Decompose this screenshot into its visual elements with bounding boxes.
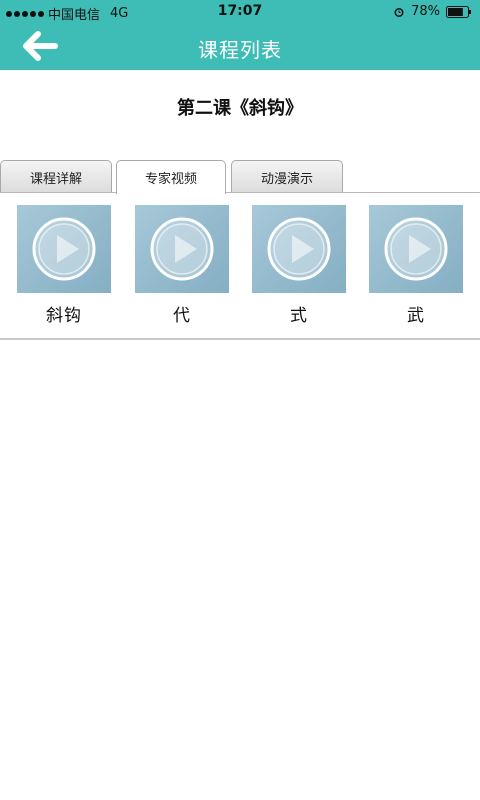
video-item-shi[interactable]: 式 — [252, 205, 346, 326]
video-thumbnail[interactable] — [252, 205, 346, 293]
video-item-xiegou[interactable]: 斜钩 — [17, 205, 111, 326]
section-divider — [0, 338, 480, 340]
tab-divider — [0, 192, 480, 193]
play-icon — [150, 217, 214, 281]
video-label: 式 — [290, 306, 308, 326]
video-item-dai[interactable]: 代 — [135, 205, 229, 326]
video-label: 代 — [173, 306, 191, 326]
play-icon — [384, 217, 448, 281]
play-icon — [267, 217, 331, 281]
battery-icon — [446, 5, 471, 18]
video-thumbnail[interactable] — [369, 205, 463, 293]
status-bar: 中国电信 4G 17:07 78% — [0, 0, 480, 24]
lesson-title: 第二课《斜钩》 — [177, 98, 303, 119]
tab-animation-demo[interactable]: 动漫演示 — [231, 160, 343, 193]
video-thumbnail[interactable] — [135, 205, 229, 293]
status-right: 78% — [393, 4, 472, 19]
battery-percentage: 78% — [411, 4, 440, 19]
play-icon — [32, 217, 96, 281]
tab-expert-video[interactable]: 专家视频 — [116, 160, 226, 194]
page-title: 课程列表 — [198, 38, 282, 62]
alarm-clock-icon — [394, 7, 404, 17]
app-header: 中国电信 4G 17:07 78% 课程列表 — [0, 0, 480, 70]
video-label: 斜钩 — [46, 306, 82, 326]
video-grid: 斜钩 代 式 武 — [0, 205, 480, 326]
video-label: 武 — [407, 306, 425, 326]
tab-course-detail[interactable]: 课程详解 — [0, 160, 112, 193]
video-item-wu[interactable]: 武 — [369, 205, 463, 326]
video-thumbnail[interactable] — [17, 205, 111, 293]
